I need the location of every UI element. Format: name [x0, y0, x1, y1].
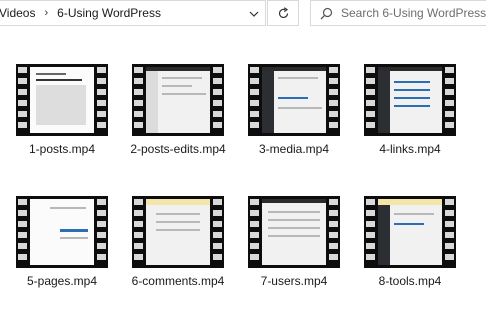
file-name[interactable]: 5-pages.mp4: [10, 274, 114, 289]
search-icon: [311, 7, 341, 20]
filmstrip-sprockets: [250, 199, 259, 265]
breadcrumb-separator-icon: ›: [44, 7, 49, 19]
filmstrip-sprockets: [329, 67, 338, 133]
file-grid: 1-posts.mp4 2-posts-edits.mp4 3-media.mp…: [0, 28, 486, 312]
address-bar[interactable]: Videos › 6-Using WordPress: [0, 0, 266, 26]
refresh-icon: [278, 6, 288, 18]
video-thumbnail[interactable]: [132, 64, 224, 136]
thumbnail-preview: [262, 199, 326, 265]
file-name[interactable]: 8-tools.mp4: [358, 274, 462, 289]
filmstrip-sprockets: [445, 199, 454, 265]
video-thumbnail[interactable]: [16, 196, 108, 268]
breadcrumb-videos[interactable]: Videos: [0, 6, 35, 20]
thumbnail-preview: [262, 67, 326, 133]
breadcrumb-current-folder[interactable]: 6-Using WordPress: [57, 6, 161, 20]
file-name[interactable]: 6-comments.mp4: [126, 274, 230, 289]
filmstrip-sprockets: [366, 67, 375, 133]
file-name[interactable]: 3-media.mp4: [242, 142, 346, 157]
file-name[interactable]: 1-posts.mp4: [10, 142, 114, 157]
filmstrip-sprockets: [250, 67, 259, 133]
video-thumbnail[interactable]: [132, 196, 224, 268]
video-thumbnail[interactable]: [248, 196, 340, 268]
filmstrip-sprockets: [366, 199, 375, 265]
filmstrip-sprockets: [18, 199, 27, 265]
search-input[interactable]: Search 6-Using WordPress: [341, 6, 486, 20]
thumbnail-preview: [30, 67, 94, 133]
thumbnail-preview: [30, 199, 94, 265]
thumbnail-preview: [378, 67, 442, 133]
filmstrip-sprockets: [18, 67, 27, 133]
refresh-button[interactable]: [267, 0, 299, 26]
filmstrip-sprockets: [213, 199, 222, 265]
video-thumbnail[interactable]: [16, 64, 108, 136]
chevron-down-icon[interactable]: [242, 1, 266, 27]
video-thumbnail[interactable]: [248, 64, 340, 136]
filmstrip-sprockets: [329, 199, 338, 265]
filmstrip-sprockets: [97, 199, 106, 265]
video-thumbnail[interactable]: [364, 64, 456, 136]
filmstrip-sprockets: [445, 67, 454, 133]
file-name[interactable]: 7-users.mp4: [242, 274, 346, 289]
file-name[interactable]: 4-links.mp4: [358, 142, 462, 157]
thumbnail-preview: [378, 199, 442, 265]
filmstrip-sprockets: [97, 67, 106, 133]
filmstrip-sprockets: [213, 67, 222, 133]
search-box[interactable]: Search 6-Using WordPress: [310, 0, 486, 26]
thumbnail-preview: [146, 67, 210, 133]
filmstrip-sprockets: [134, 199, 143, 265]
explorer-toolbar: Videos › 6-Using WordPress Search 6-Usin…: [0, 0, 486, 28]
video-thumbnail[interactable]: [364, 196, 456, 268]
thumbnail-preview: [146, 199, 210, 265]
filmstrip-sprockets: [134, 67, 143, 133]
file-name[interactable]: 2-posts-edits.mp4: [126, 142, 230, 157]
